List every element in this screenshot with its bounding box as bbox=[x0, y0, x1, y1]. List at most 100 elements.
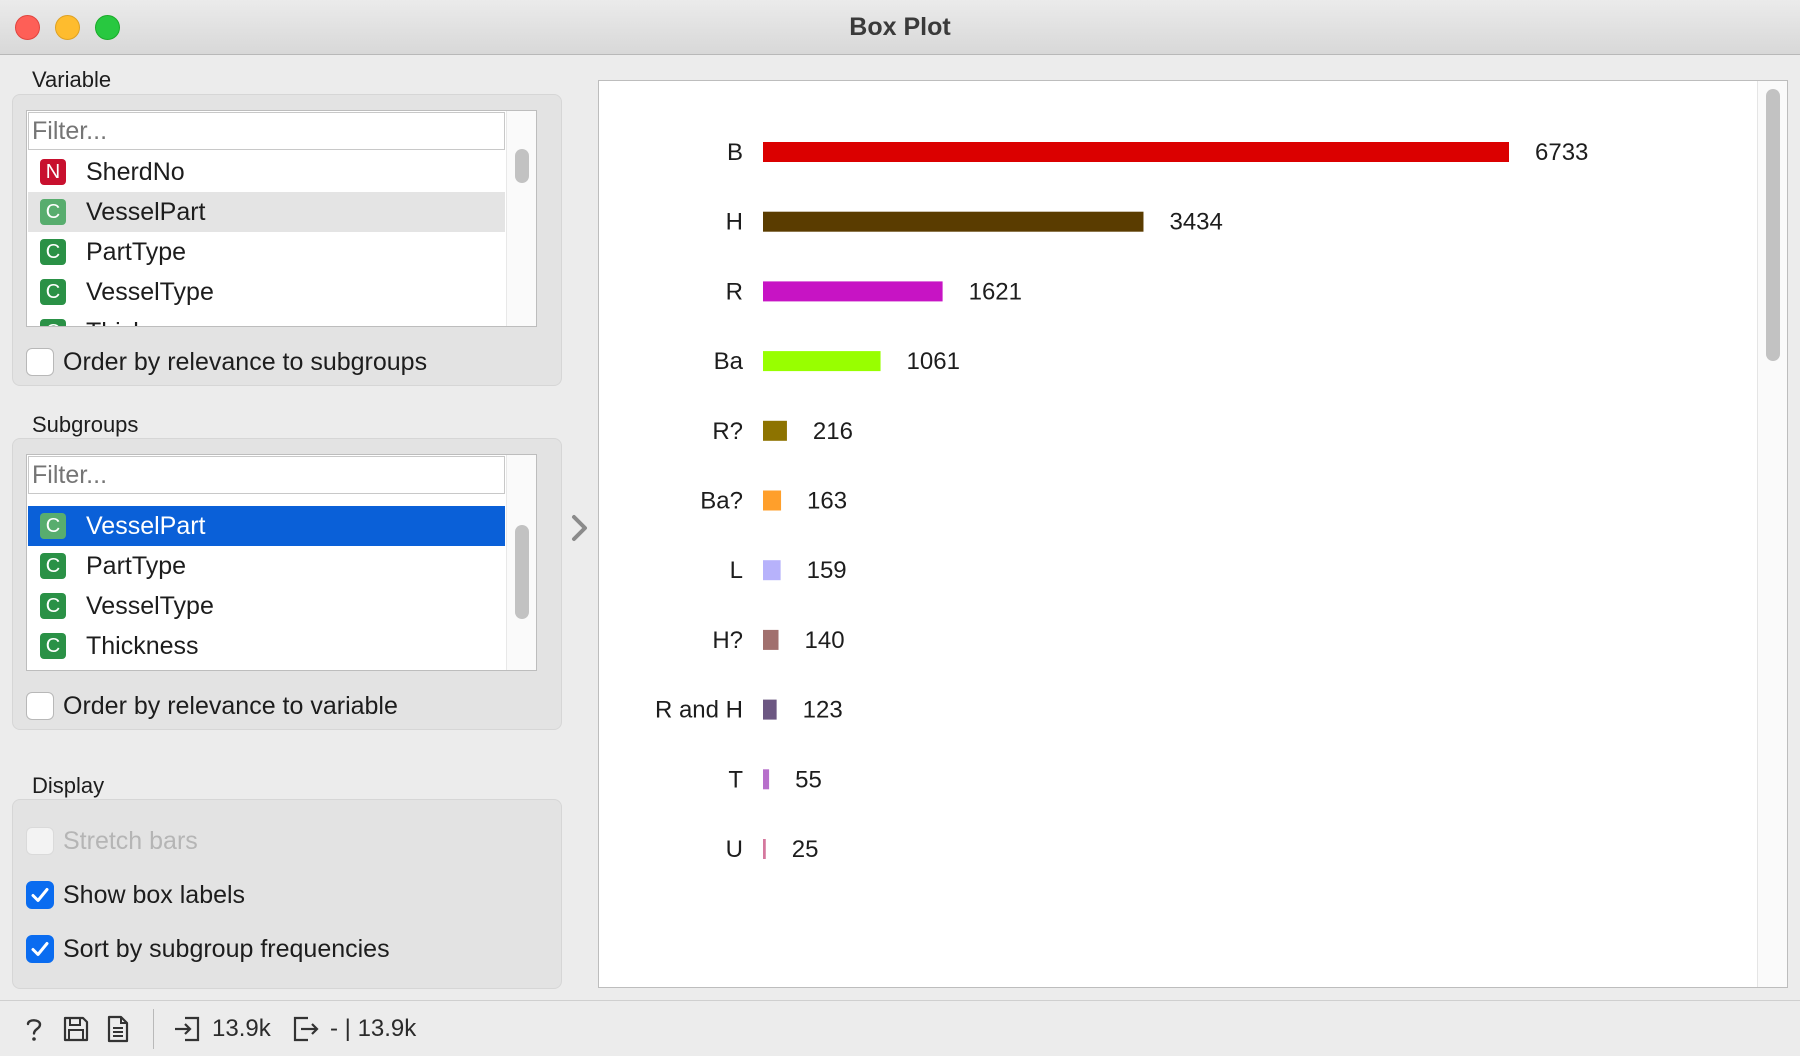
stretch-bars-label: Stretch bars bbox=[63, 826, 198, 855]
output-icon bbox=[292, 1015, 320, 1043]
checkmark-icon bbox=[31, 942, 49, 956]
category-label: T bbox=[728, 766, 743, 793]
subgroups-filter-input[interactable] bbox=[28, 456, 505, 494]
subgroups-listbox[interactable]: C VesselPart C PartType C VesselType C Thicknes… bbox=[26, 454, 537, 671]
subgroups-list: C VesselPart C PartType C VesselType C Thicknes… bbox=[28, 506, 505, 666]
save-icon[interactable] bbox=[62, 1015, 90, 1043]
variable-listbox[interactable]: NSherdNoCVesselPartCPartTypeCVesselTypeC… bbox=[26, 110, 537, 327]
value-label: 1061 bbox=[907, 348, 960, 375]
list-item-label: VesselType bbox=[86, 591, 214, 620]
bar[interactable] bbox=[763, 839, 766, 859]
variable-filter-input[interactable] bbox=[28, 112, 505, 150]
title-bar: Box Plot bbox=[0, 0, 1800, 55]
status-separator bbox=[153, 1009, 154, 1049]
order-by-relevance-variable-checkbox[interactable]: Order by relevance to variable bbox=[26, 689, 398, 723]
order-by-relevance-subgroups-checkbox[interactable]: Order by relevance to subgroups bbox=[26, 345, 427, 379]
list-item[interactable]: C Thickness bbox=[28, 312, 505, 327]
value-label: 6733 bbox=[1535, 139, 1588, 166]
value-label: 123 bbox=[803, 697, 843, 724]
bar[interactable] bbox=[763, 211, 1144, 232]
input-count: 13.9k bbox=[212, 1015, 271, 1042]
variable-list: NSherdNoCVesselPartCPartTypeCVesselTypeC… bbox=[28, 152, 505, 327]
categorical-variable-icon: C bbox=[40, 553, 66, 579]
list-item[interactable]: C VesselType bbox=[28, 586, 505, 626]
category-label: Ba? bbox=[700, 488, 743, 515]
value-label: 140 bbox=[805, 627, 845, 654]
list-item[interactable]: C VesselPart bbox=[28, 506, 505, 546]
checkmark-icon bbox=[31, 888, 49, 902]
bar[interactable] bbox=[763, 560, 781, 581]
value-label: 163 bbox=[807, 488, 847, 515]
category-label: U bbox=[726, 836, 743, 863]
value-label: 159 bbox=[807, 557, 847, 584]
category-label: B bbox=[727, 139, 743, 166]
stretch-bars-checkbox[interactable]: Stretch bars bbox=[26, 824, 198, 858]
category-label: L bbox=[730, 557, 743, 584]
list-item[interactable]: C PartType bbox=[28, 232, 505, 272]
value-label: 1621 bbox=[969, 278, 1022, 305]
status-bar: 13.9k - | 13.9k bbox=[0, 1000, 1800, 1056]
help-icon[interactable] bbox=[20, 1015, 48, 1043]
list-item[interactable]: C VesselType bbox=[28, 272, 505, 312]
list-item[interactable]: C PartType bbox=[28, 546, 505, 586]
output-count: - | 13.9k bbox=[330, 1015, 417, 1042]
category-label: R bbox=[726, 278, 743, 305]
list-item-label: PartType bbox=[86, 237, 187, 266]
list-item-label: VesselType bbox=[86, 277, 214, 306]
sort-by-subgroup-frequencies-label: Sort by subgroup frequencies bbox=[63, 934, 390, 963]
categorical-variable-icon: C bbox=[40, 199, 66, 225]
checkbox-box-checked[interactable] bbox=[26, 881, 54, 909]
variable-scrollbar[interactable] bbox=[506, 111, 536, 326]
bar[interactable] bbox=[763, 420, 787, 441]
checkbox-box-checked[interactable] bbox=[26, 935, 54, 963]
bar-chart: B 6733 H 3434 R 1621 Ba 1061 R? 216 Ba? 163 L 159 H? 14… bbox=[655, 139, 1588, 863]
bar[interactable] bbox=[763, 490, 782, 511]
subgroups-scrollbar[interactable] bbox=[506, 455, 536, 670]
order-by-relevance-subgroups-label: Order by relevance to subgroups bbox=[63, 347, 428, 376]
list-item[interactable]: C Thickness bbox=[28, 626, 505, 666]
variable-section-label: Variable bbox=[32, 67, 112, 92]
collapse-panel-button[interactable] bbox=[566, 511, 594, 545]
sort-by-subgroup-frequencies-checkbox[interactable]: Sort by subgroup frequencies bbox=[26, 932, 390, 966]
bar[interactable] bbox=[763, 281, 943, 302]
category-label: R? bbox=[712, 418, 743, 445]
checkbox-box[interactable] bbox=[26, 692, 54, 720]
list-item-label: VesselPart bbox=[86, 511, 206, 540]
show-box-labels-checkbox[interactable]: Show box labels bbox=[26, 878, 245, 912]
categorical-variable-icon: C bbox=[40, 279, 66, 305]
subgroups-scroll-thumb[interactable] bbox=[515, 525, 529, 619]
plot-scroll-thumb[interactable] bbox=[1766, 89, 1780, 361]
window-title: Box Plot bbox=[849, 13, 951, 41]
bar[interactable] bbox=[763, 699, 777, 720]
checkbox-box[interactable] bbox=[26, 827, 54, 855]
numeric-variable-icon: N bbox=[40, 159, 66, 185]
checkbox-box[interactable] bbox=[26, 348, 54, 376]
list-item[interactable]: C VesselPart bbox=[28, 192, 505, 232]
categorical-variable-icon: C bbox=[40, 593, 66, 619]
variable-scroll-thumb[interactable] bbox=[515, 149, 529, 183]
subgroups-section-label: Subgroups bbox=[32, 412, 139, 437]
show-box-labels-label: Show box labels bbox=[63, 880, 246, 909]
list-item-label: SherdNo bbox=[86, 157, 185, 186]
list-item-label: VesselPart bbox=[86, 197, 206, 226]
list-item-label: Thickness bbox=[86, 318, 199, 327]
category-label: H bbox=[726, 209, 743, 236]
list-item-label: PartType bbox=[86, 551, 187, 580]
order-by-relevance-variable-label: Order by relevance to variable bbox=[63, 691, 398, 720]
bar[interactable] bbox=[763, 351, 881, 372]
categorical-variable-icon: C bbox=[40, 513, 66, 539]
category-label: R and H bbox=[655, 697, 743, 724]
value-label: 216 bbox=[813, 418, 853, 445]
list-item[interactable]: N SherdNo bbox=[28, 152, 505, 192]
plot-area: B 6733 H 3434 R 1621 Ba 1061 R? 216 Ba? 163 L 159 H? 14… bbox=[598, 80, 1788, 988]
categorical-variable-icon: C bbox=[40, 239, 66, 265]
report-icon[interactable] bbox=[104, 1015, 132, 1043]
bar[interactable] bbox=[763, 142, 1509, 162]
display-section-label: Display bbox=[32, 773, 105, 798]
category-label: H? bbox=[712, 627, 743, 654]
bar[interactable] bbox=[763, 769, 770, 790]
plot-scrollbar[interactable] bbox=[1757, 81, 1787, 987]
value-label: 25 bbox=[792, 836, 819, 863]
value-label: 55 bbox=[795, 766, 822, 793]
bar[interactable] bbox=[763, 629, 779, 650]
